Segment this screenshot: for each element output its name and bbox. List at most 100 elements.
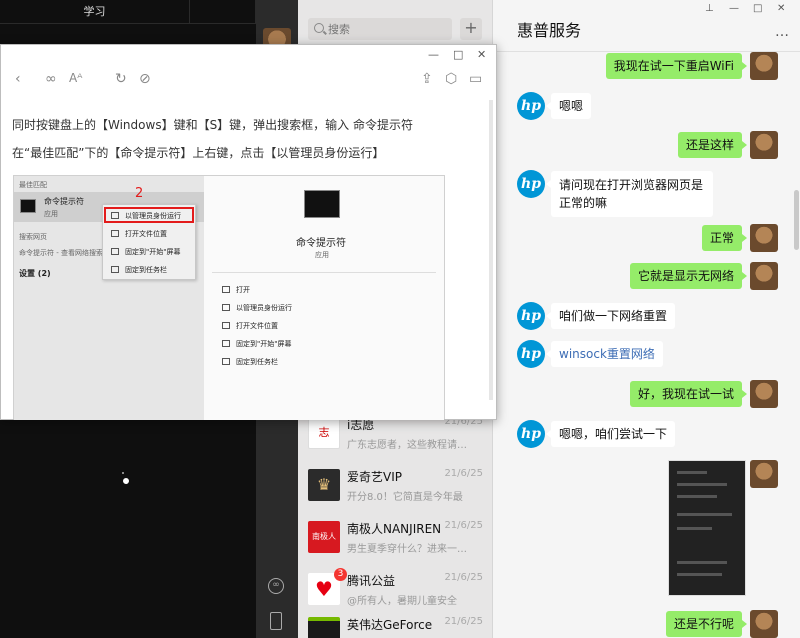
search-bar[interactable] <box>308 18 452 40</box>
user-avatar[interactable] <box>750 380 778 408</box>
phone-icon[interactable] <box>270 612 282 630</box>
pin-icon[interactable]: ⊥ <box>705 3 714 14</box>
divider <box>212 272 436 273</box>
photo-message[interactable] <box>668 460 746 596</box>
unread-badge: 3 <box>334 568 347 581</box>
user-avatar[interactable] <box>750 610 778 638</box>
browser-toolbar: ‹ ∞ Aᴬ ↻ ⊘ ⇪ ⬡ ▭ <box>1 67 496 97</box>
message-bubble[interactable]: 还是不行呢 <box>665 611 748 637</box>
close-button[interactable]: ✕ <box>777 3 785 14</box>
chat-title: 惠普服务 <box>517 21 582 40</box>
cmd-icon <box>20 199 36 213</box>
step-number: 2 <box>135 186 144 201</box>
font-size-icon[interactable]: Aᴬ <box>69 71 82 85</box>
maximize-button[interactable]: □ <box>453 48 463 61</box>
conversation-name: 爱奇艺VIP <box>347 470 402 484</box>
minimize-button[interactable]: — <box>428 48 439 61</box>
cmd-icon <box>304 190 340 218</box>
mini-program-icon[interactable]: ∞ <box>268 578 284 594</box>
user-avatar[interactable] <box>750 460 778 488</box>
folder-icon <box>111 230 119 237</box>
instruction-screenshot: 最佳匹配 命令提示符 应用 搜索网页 命令提示符 - 查看网络搜索结果 设置 (… <box>13 175 445 420</box>
user-avatar[interactable] <box>750 52 778 80</box>
back-icon[interactable]: ‹ <box>15 71 21 87</box>
conversation-name: 南极人NANJIREN <box>347 522 442 536</box>
mini-window-icon[interactable]: ▭ <box>469 71 482 87</box>
message-bubble[interactable]: 我现在试一下重启WiFi <box>605 53 748 79</box>
conversation-date: 21/6/25 <box>444 616 483 627</box>
window-titlebar: — □ ✕ <box>1 45 496 67</box>
conversation-preview: 开分8.0！它简直是今年最 <box>347 492 463 503</box>
cursor-dot <box>122 472 124 474</box>
minimize-button[interactable]: — <box>729 3 739 14</box>
open-icon <box>222 286 230 293</box>
tutorial-window: — □ ✕ ‹ ∞ Aᴬ ↻ ⊘ ⇪ ⬡ ▭ 同时按键盘上的【Windows】键… <box>0 44 497 420</box>
left-tab-bar: 学习 <box>0 0 256 24</box>
message-bubble[interactable]: 嗯嗯，咱们尝试一下 <box>545 421 676 447</box>
tab-empty[interactable] <box>190 0 256 24</box>
conversation-preview: @所有人，暑期儿童安全 <box>347 596 457 607</box>
hp-logo-icon[interactable]: hp <box>517 92 545 120</box>
detail-app-name: 命令提示符 <box>296 238 346 249</box>
action-open-location[interactable]: 打开文件位置 <box>222 320 278 332</box>
pin-icon <box>222 358 230 365</box>
list-item-iqiyi-vip[interactable]: ♛ 爱奇艺VIP 21/6/25 开分8.0！它简直是今年最 <box>298 462 493 514</box>
menu-item-pin-start[interactable]: 固定到"开始"屏幕 <box>103 244 197 260</box>
app-name: 命令提示符 <box>44 197 84 206</box>
user-avatar[interactable] <box>750 131 778 159</box>
instruction-step-2: 在“最佳匹配”下的【命令提示符】上右键，点击【以管理员身份运行】 <box>12 146 385 160</box>
conversation-preview: 广东志愿者，这些教程请收好 <box>347 440 472 451</box>
more-icon[interactable]: … <box>775 24 790 40</box>
list-item-nanjiren[interactable]: 南极人 南极人NANJIREN 21/6/25 男生夏季穿什么？进来一起看 <box>298 514 493 566</box>
web-search-item[interactable]: 命令提示符 - 查看网络搜索结果 <box>19 248 103 258</box>
maximize-button[interactable]: □ <box>753 3 762 14</box>
message-bubble[interactable]: winsock重置网络 <box>546 341 663 367</box>
add-button[interactable]: + <box>460 18 482 40</box>
scrollbar[interactable] <box>794 190 799 250</box>
pin-icon <box>111 248 119 255</box>
hp-logo-icon[interactable]: hp <box>517 340 545 368</box>
avatar: 志 <box>308 417 340 449</box>
action-open[interactable]: 打开 <box>222 284 250 296</box>
action-run-as-admin[interactable]: 以管理员身份运行 <box>222 302 292 314</box>
list-item-nvidia-geforce[interactable]: 英伟达GeForce 21/6/25 <box>298 610 493 638</box>
chat-panel: ⊥ — □ ✕ 惠普服务 … 我现在试一下重启WiFi hp 嗯嗯 还是这样 h… <box>493 0 800 638</box>
compass-icon[interactable]: ⊘ <box>139 71 151 87</box>
user-avatar[interactable] <box>750 262 778 290</box>
close-button[interactable]: ✕ <box>477 48 486 61</box>
settings-heading: 设置 (2) <box>19 269 51 278</box>
search-input[interactable] <box>328 20 446 38</box>
share-icon[interactable]: ⇪ <box>421 71 433 87</box>
refresh-icon[interactable]: ↻ <box>115 71 127 87</box>
user-avatar[interactable] <box>750 224 778 252</box>
message-bubble[interactable]: 请问现在打开浏览器网页是正常的嘛 <box>546 171 713 217</box>
message-bubble[interactable]: 嗯嗯 <box>545 93 592 119</box>
link-icon[interactable]: ∞ <box>45 71 57 87</box>
avatar <box>308 617 340 638</box>
instruction-step-1: 同时按键盘上的【Windows】键和【S】键，弹出搜索框，输入 命令提示符 <box>12 118 414 132</box>
scrollbar[interactable] <box>489 100 493 400</box>
pin-icon <box>222 340 230 347</box>
message-bubble[interactable]: 正常 <box>701 225 748 251</box>
search-icon <box>314 23 324 33</box>
message-bubble[interactable]: 咱们做一下网络重置 <box>545 303 676 329</box>
app-type: 应用 <box>44 210 58 218</box>
message-bubble[interactable]: 它就是显示无网络 <box>629 263 748 289</box>
conversation-name: 英伟达GeForce <box>347 618 433 632</box>
detail-app-type: 应用 <box>315 251 329 259</box>
tab-study[interactable]: 学习 <box>0 0 190 24</box>
hp-logo-icon[interactable]: hp <box>517 302 545 330</box>
message-bubble[interactable]: 好，我现在试一试 <box>629 381 748 407</box>
action-pin-start[interactable]: 固定到"开始"屏幕 <box>222 338 291 350</box>
action-pin-taskbar[interactable]: 固定到任务栏 <box>222 356 278 368</box>
crown-icon: ♛ <box>308 469 340 501</box>
best-match-heading: 最佳匹配 <box>19 181 47 189</box>
menu-item-pin-taskbar[interactable]: 固定到任务栏 <box>103 262 197 278</box>
hp-logo-icon[interactable]: hp <box>517 170 545 198</box>
avatar: 南极人 <box>308 521 340 553</box>
cube-icon[interactable]: ⬡ <box>445 71 457 87</box>
message-bubble[interactable]: 还是这样 <box>677 132 748 158</box>
menu-item-open-location[interactable]: 打开文件位置 <box>103 226 197 242</box>
conversation-date: 21/6/25 <box>444 572 483 583</box>
hp-logo-icon[interactable]: hp <box>517 420 545 448</box>
